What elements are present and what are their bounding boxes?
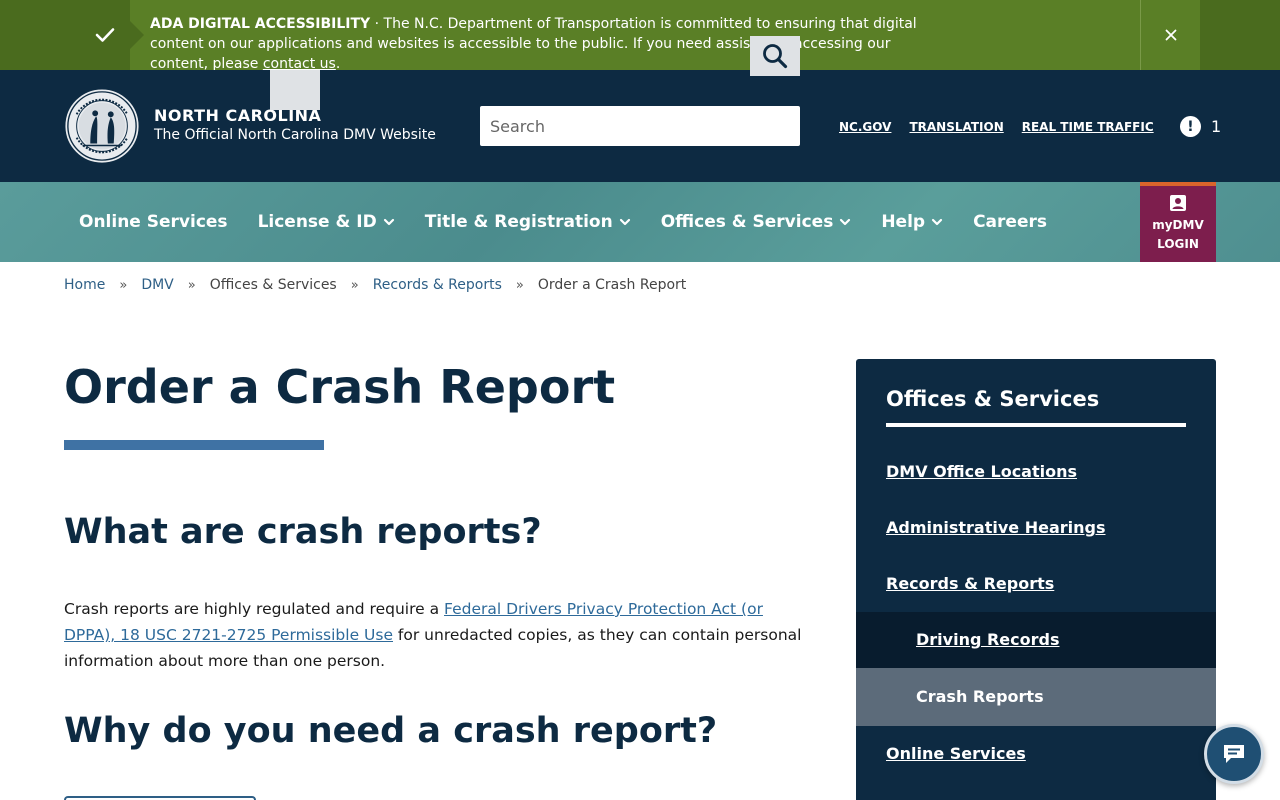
main-navigation: Online Services License & ID Title & Reg… [0,182,1280,262]
breadcrumb-current: Order a Crash Report [537,277,687,293]
mydmv-login-label: LOGIN [1157,237,1199,251]
chevron-down-icon [931,218,943,226]
chevron-down-icon [383,218,394,226]
nav-label: License & ID [257,212,377,232]
mydmv-login-button[interactable]: myDMV LOGIN [1140,182,1216,262]
chat-button[interactable] [1204,724,1264,784]
search-submit-button[interactable] [750,36,800,76]
sidebar-menu: Offices & Services DMV Office Locations … [856,359,1216,800]
close-icon [1165,29,1176,41]
search-icon [763,44,788,69]
brand-subtitle[interactable]: The Official North Carolina DMV Website [154,127,436,143]
nav-label: Offices & Services [660,212,834,232]
alert-title: ADA DIGITAL ACCESSIBILITY [150,16,371,32]
alert-check-area [80,0,144,70]
mydmv-label: myDMV [1152,218,1204,232]
alert-close-button[interactable] [1140,0,1200,70]
nav-item-careers[interactable]: Careers [973,212,1047,232]
para-start: Crash reports are highly regulated and r… [64,600,445,618]
sidebar-heading-rule [886,423,1186,427]
nav-label: Careers [973,212,1047,232]
breadcrumb-home[interactable]: Home [64,277,105,293]
breadcrumb-dmv[interactable]: DMV [141,277,173,293]
sidebar-heading[interactable]: Offices & Services [886,387,1099,411]
breadcrumb-separator: » [350,277,359,293]
nav-label: Online Services [79,212,228,232]
partial-content-box [64,796,256,800]
sidebar-item-online-services[interactable]: Online Services [886,744,1026,763]
sidebar-subitem-driving-records[interactable]: Driving Records [856,612,1216,668]
breadcrumb-separator: » [119,277,128,293]
chevron-down-icon [619,218,630,226]
search-button[interactable] [270,70,320,110]
util-link-real-time-traffic[interactable]: REAL TIME TRAFFIC [1022,120,1154,134]
site-header: NORTH CAROLINA The Official North Caroli… [0,70,1280,182]
nav-label: Help [881,212,926,232]
alert-separator: · [370,16,384,32]
nav-item-online-services[interactable]: Online Services [79,212,228,232]
breadcrumb-records-reports[interactable]: Records & Reports [373,277,502,293]
accessibility-alert: ADA DIGITAL ACCESSIBILITY · The N.C. Dep… [0,0,1280,72]
breadcrumb-offices-services[interactable]: Offices & Services [210,277,337,293]
nc-seal-logo[interactable] [63,87,141,165]
sidebar-subitem-crash-reports[interactable]: Crash Reports [856,668,1216,726]
sidebar-item-records-reports[interactable]: Records & Reports [886,574,1054,593]
crash-report-description: Crash reports are highly regulated and r… [64,596,804,674]
nav-item-license-id[interactable]: License & ID [258,212,395,232]
util-link-nc-gov[interactable]: NC.GOV [839,120,891,134]
breadcrumb-separator: » [515,277,524,293]
notice-indicator[interactable]: ! 1 [1180,116,1221,137]
nav-item-help[interactable]: Help [881,212,943,232]
title-underline [64,440,324,450]
search-input[interactable] [480,106,750,146]
notice-count: 1 [1211,117,1222,136]
breadcrumb-separator: » [187,277,196,293]
sidebar-subitem-label: Driving Records [916,630,1060,649]
chat-icon [1224,745,1244,763]
nav-item-offices-services[interactable]: Offices & Services [661,212,852,232]
section-heading-what: What are crash reports? [64,512,542,552]
search-box [480,106,800,146]
util-link-translation[interactable]: TRANSLATION [909,120,1003,134]
page-title: Order a Crash Report [64,360,616,414]
nav-items: Online Services License & ID Title & Reg… [79,182,1077,262]
sidebar-subitem-label: Crash Reports [916,687,1044,706]
nav-item-title-registration[interactable]: Title & Registration [425,212,631,232]
section-heading-why: Why do you need a crash report? [64,711,718,751]
sidebar-item-administrative-hearings[interactable]: Administrative Hearings [886,518,1106,537]
exclamation-icon: ! [1180,116,1201,137]
check-icon [95,28,115,42]
nav-label: Title & Registration [424,212,613,232]
sidebar-item-dmv-office-locations[interactable]: DMV Office Locations [886,462,1077,481]
user-badge-icon [1170,195,1186,211]
chevron-down-icon [840,218,851,226]
alert-right-band [1200,0,1280,70]
alert-message: ADA DIGITAL ACCESSIBILITY · The N.C. Dep… [150,14,950,74]
utility-links: NC.GOV TRANSLATION REAL TIME TRAFFIC [839,120,1154,134]
breadcrumb: Home » DMV » Offices & Services » Record… [64,277,686,293]
